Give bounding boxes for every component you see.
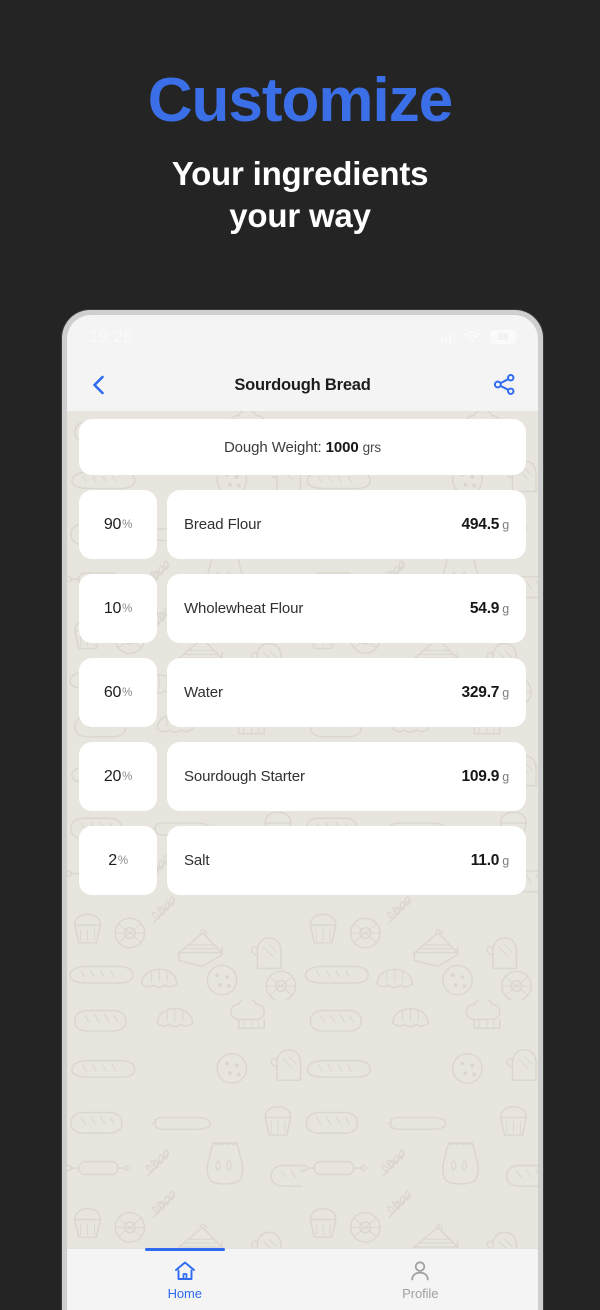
ingredient-percent-field[interactable]: 90 % (79, 490, 157, 559)
ingredient-item[interactable]: Sourdough Starter 109.9 g (167, 742, 526, 811)
ingredient-percent-field[interactable]: 20 % (79, 742, 157, 811)
promo-subtitle-line-2: your way (229, 197, 371, 235)
ingredient-percent-field[interactable]: 60 % (79, 658, 157, 727)
dough-weight-field[interactable]: Dough Weight: 1000 grs (79, 419, 526, 475)
ingredient-amount: 54.9 g (469, 599, 509, 617)
ingredient-unit: g (502, 769, 509, 784)
percent-value: 10 (103, 599, 122, 617)
nav-label-profile: Profile (402, 1285, 439, 1301)
percent-symbol: % (117, 854, 128, 867)
promo-subtitle-line-1: Your ingredients (171, 155, 429, 193)
ingredient-percent-field[interactable]: 2 % (79, 826, 157, 895)
ingredient-unit: g (502, 685, 509, 700)
dough-weight-unit: grs (362, 439, 382, 455)
ingredient-row: 60 % Water 329.7 g (79, 658, 526, 727)
page-title: Sourdough Bread (234, 375, 371, 394)
phone-mockup: 19:28 59 Sourdough Bread Dough Weight: 1… (62, 310, 543, 1310)
wifi-icon (464, 330, 481, 342)
battery-icon: 59 (490, 330, 519, 344)
app-header: Sourdough Bread (67, 359, 538, 411)
percent-value: 90 (103, 515, 122, 533)
ingredient-name: Wholewheat Flour (184, 600, 304, 617)
dough-weight-label: Dough Weight: (223, 438, 322, 456)
ingredient-amount: 329.7 g (461, 683, 509, 701)
nav-label-home: Home (167, 1285, 202, 1301)
signal-bars-icon (440, 331, 455, 343)
ingredient-row: 10 % Wholewheat Flour 54.9 g (79, 574, 526, 643)
ingredient-item[interactable]: Wholewheat Flour 54.9 g (167, 574, 526, 643)
ingredient-name: Water (184, 684, 223, 701)
ingredient-item[interactable]: Water 329.7 g (167, 658, 526, 727)
percent-value: 2 (108, 851, 117, 869)
promo-title: Customize (147, 66, 453, 135)
person-icon (411, 1260, 429, 1280)
ingredient-unit: g (502, 517, 509, 532)
ingredient-item[interactable]: Salt 11.0 g (167, 826, 526, 895)
ingredient-name: Salt (184, 852, 210, 869)
back-button[interactable] (87, 372, 113, 398)
ingredient-list: Dough Weight: 1000 grs 90 % Bread Flour … (67, 411, 538, 895)
ingredient-percent-field[interactable]: 10 % (79, 574, 157, 643)
percent-symbol: % (122, 770, 133, 783)
ingredient-item[interactable]: Bread Flour 494.5 g (167, 490, 526, 559)
chevron-left-icon (93, 375, 104, 395)
battery-level: 59 (497, 332, 508, 342)
ingredient-amount: 11.0 g (470, 851, 509, 869)
ingredient-row: 90 % Bread Flour 494.5 g (79, 490, 526, 559)
dough-weight-value: 1000 (325, 438, 359, 456)
ingredient-name: Sourdough Starter (184, 768, 305, 785)
active-tab-indicator (144, 1248, 225, 1251)
ingredient-row: 20 % Sourdough Starter 109.9 g (79, 742, 526, 811)
share-icon (493, 374, 515, 395)
percent-symbol: % (122, 602, 133, 615)
ingredient-unit: g (502, 601, 509, 616)
status-bar: 19:28 59 (67, 315, 538, 359)
home-icon (174, 1261, 195, 1280)
ingredient-unit: g (502, 853, 509, 868)
status-bar-clock: 19:28 (89, 327, 134, 346)
percent-value: 60 (103, 683, 122, 701)
recipe-content: Dough Weight: 1000 grs 90 % Bread Flour … (67, 411, 538, 1248)
status-bar-indicators: 59 (440, 330, 519, 344)
promo-subtitle: Your ingredients your way (0, 153, 600, 237)
ingredient-amount: 494.5 g (461, 515, 509, 533)
ingredient-amount: 109.9 g (461, 767, 509, 785)
share-button[interactable] (492, 372, 518, 398)
ingredient-name: Bread Flour (184, 516, 262, 533)
percent-value: 20 (103, 767, 122, 785)
percent-symbol: % (122, 518, 133, 531)
ingredient-row: 2 % Salt 11.0 g (79, 826, 526, 895)
percent-symbol: % (122, 686, 133, 699)
promo-banner: Customize Your ingredients your way (0, 0, 600, 238)
phone-screen: 19:28 59 Sourdough Bread Dough Weight: 1… (67, 315, 538, 1310)
